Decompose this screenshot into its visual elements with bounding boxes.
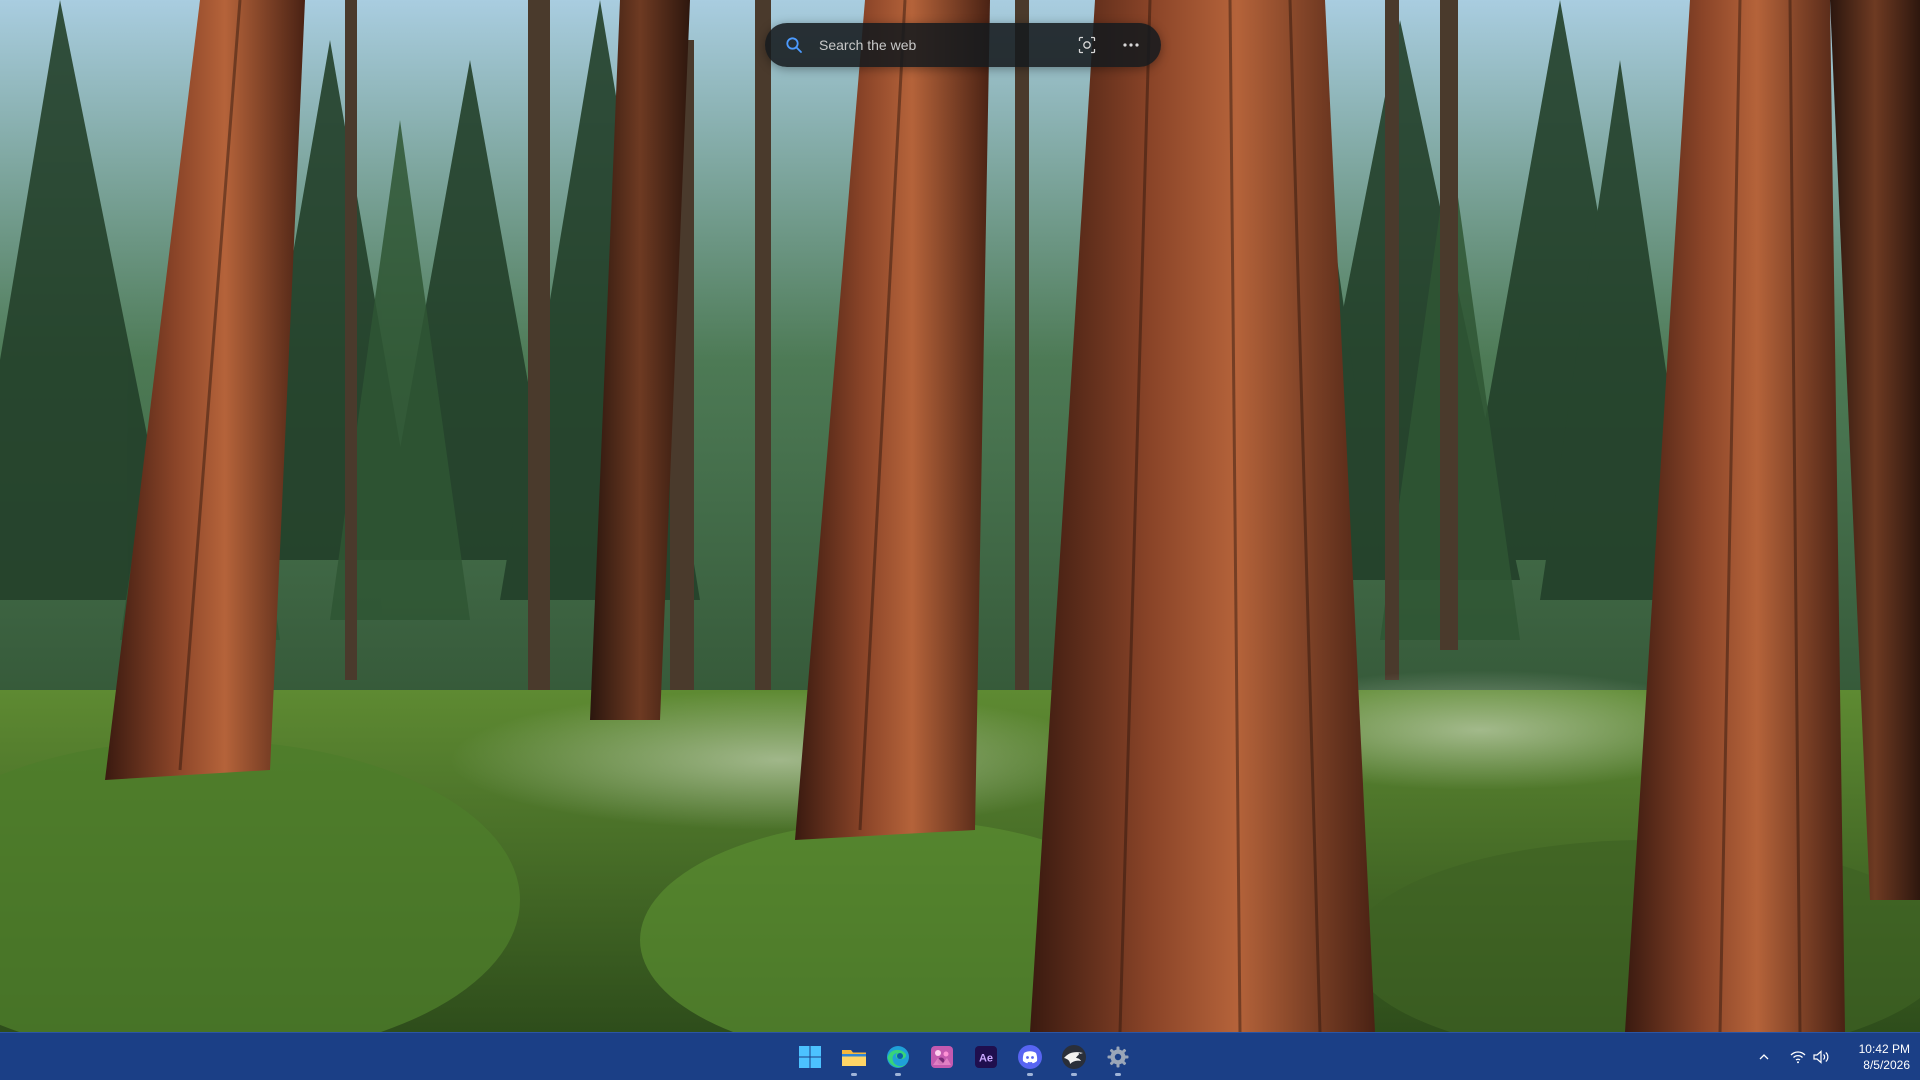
web-search-widget: [765, 23, 1161, 67]
system-tray: 10:42 PM 8/5/2026: [1752, 1033, 1920, 1081]
running-indicator: [1115, 1073, 1121, 1076]
pink-app-icon: [931, 1046, 953, 1068]
folder-icon: [842, 1050, 866, 1066]
taskbar-edge[interactable]: [878, 1037, 918, 1077]
taskbar-pinned-apps: Ae: [788, 1033, 1140, 1081]
more-dots-icon: [1123, 43, 1139, 47]
show-hidden-icons-button[interactable]: [1752, 1041, 1776, 1073]
start-button[interactable]: [790, 1037, 830, 1077]
taskbar: Ae 10:42 PM 8/5/2026: [0, 1032, 1920, 1080]
chevron-up-icon: [1759, 1054, 1769, 1060]
after-effects-icon: Ae: [975, 1046, 997, 1068]
taskbar-settings[interactable]: [1098, 1037, 1138, 1077]
running-indicator: [895, 1073, 901, 1076]
windows-start-icon: [799, 1046, 821, 1068]
taskbar-file-explorer[interactable]: [834, 1037, 874, 1077]
network-button[interactable]: [1786, 1041, 1810, 1073]
taskbar-eagle-app[interactable]: [1054, 1037, 1094, 1077]
discord-icon: [1018, 1045, 1042, 1069]
taskbar-discord[interactable]: [1010, 1037, 1050, 1077]
clock-button[interactable]: 10:42 PM 8/5/2026: [1846, 1041, 1910, 1073]
running-indicator: [1071, 1073, 1077, 1076]
clock-date: 8/5/2026: [1863, 1058, 1910, 1072]
edge-icon: [887, 1046, 909, 1068]
wifi-icon: [1790, 1051, 1806, 1064]
eagle-icon: [1062, 1045, 1086, 1069]
volume-button[interactable]: [1810, 1041, 1834, 1073]
running-indicator: [1027, 1073, 1033, 1076]
clock-time: 10:42 PM: [1858, 1042, 1910, 1056]
after-effects-label: Ae: [979, 1053, 993, 1065]
settings-gear-icon: [1107, 1046, 1129, 1068]
more-options-button[interactable]: [1115, 29, 1147, 61]
running-indicator: [851, 1073, 857, 1076]
desktop: [0, 0, 1920, 1032]
camera-lens-icon: [1078, 36, 1096, 54]
wallpaper-forest: [0, 0, 1920, 1032]
taskbar-pink-app[interactable]: [922, 1037, 962, 1077]
taskbar-after-effects[interactable]: Ae: [966, 1037, 1006, 1077]
search-icon: [786, 37, 802, 53]
speaker-icon: [1813, 1050, 1829, 1064]
visual-search-button[interactable]: [1071, 29, 1103, 61]
search-input[interactable]: [817, 29, 1071, 61]
